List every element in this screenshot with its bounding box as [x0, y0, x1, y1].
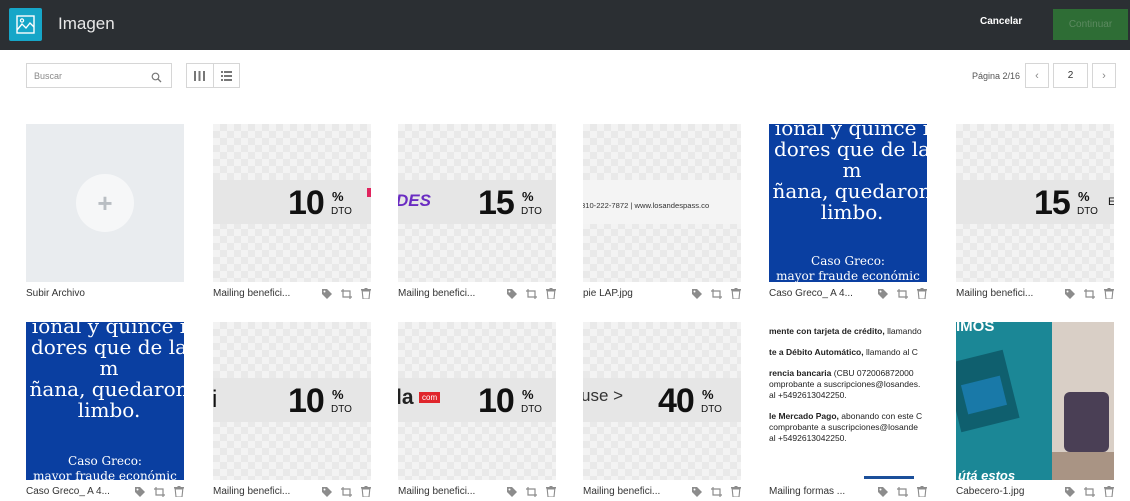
tag-icon[interactable]	[878, 288, 888, 302]
view-toggle	[186, 63, 240, 88]
tag-icon[interactable]	[692, 486, 702, 500]
trash-icon[interactable]	[731, 486, 741, 500]
image-thumbnail[interactable]: use > 40% DTO	[583, 322, 741, 480]
tag-icon[interactable]	[878, 486, 888, 500]
image-thumbnail[interactable]: i 10% DTO	[213, 322, 371, 480]
file-name: Mailing benefici...	[213, 288, 291, 299]
crop-icon[interactable]	[1084, 486, 1095, 500]
trash-icon[interactable]	[361, 288, 371, 302]
image-thumbnail[interactable]: ional y quince i dores que de la m ñana, q…	[26, 322, 184, 480]
plus-icon[interactable]: +	[76, 174, 134, 232]
file-name: Mailing benefici...	[583, 486, 661, 497]
crop-icon[interactable]	[341, 288, 352, 302]
trash-icon[interactable]	[1104, 486, 1114, 500]
trash-icon[interactable]	[731, 288, 741, 302]
crop-icon[interactable]	[897, 486, 908, 500]
trash-icon[interactable]	[1104, 288, 1114, 302]
tile-caption: Caso Greco_ A 4...	[26, 486, 184, 500]
file-name: pie LAP.jpg	[583, 288, 633, 299]
upload-label[interactable]: Subir Archivo	[26, 288, 85, 299]
upload-tile[interactable]: +	[26, 124, 184, 282]
page-number-input[interactable]	[1053, 63, 1088, 88]
discount-graphic: 10% DTO	[478, 382, 542, 420]
file-name: Caso Greco_ A 4...	[769, 288, 853, 299]
cancel-button[interactable]: Cancelar	[980, 16, 1022, 27]
top-bar: Imagen Cancelar Continuar	[0, 0, 1130, 50]
trash-icon[interactable]	[546, 486, 556, 500]
search-input[interactable]	[34, 69, 144, 83]
tag-icon[interactable]	[507, 486, 517, 500]
crop-icon[interactable]	[711, 486, 722, 500]
tile-caption: Mailing benefici...	[213, 288, 371, 302]
discount-graphic: 15% DTO	[1034, 184, 1098, 222]
tag-icon[interactable]	[692, 288, 702, 302]
tag-icon[interactable]	[1065, 486, 1075, 500]
trash-icon[interactable]	[174, 486, 184, 500]
file-name: Mailing benefici...	[398, 288, 476, 299]
tag-icon[interactable]	[322, 486, 332, 500]
image-thumbnail[interactable]: la com 10% DTO	[398, 322, 556, 480]
tag-icon[interactable]	[507, 288, 517, 302]
tile-caption: Caso Greco_ A 4...	[769, 288, 927, 302]
file-name: Mailing benefici...	[213, 486, 291, 497]
tag-icon[interactable]	[322, 288, 332, 302]
chevron-left-icon[interactable]: ‹	[1025, 63, 1049, 88]
file-name: Mailing formas ...	[769, 486, 846, 497]
image-thumbnail[interactable]: IMOS útá estos	[956, 322, 1114, 480]
search-box	[26, 63, 172, 88]
continue-button[interactable]: Continuar	[1053, 9, 1128, 40]
tile-caption: pie LAP.jpg	[583, 288, 741, 302]
trash-icon[interactable]	[546, 288, 556, 302]
crop-icon[interactable]	[711, 288, 722, 302]
crop-icon[interactable]	[1084, 288, 1095, 302]
tile-caption: Subir Archivo	[26, 288, 184, 302]
crop-icon[interactable]	[526, 486, 537, 500]
list-view-icon[interactable]	[214, 64, 240, 87]
tag-icon[interactable]	[135, 486, 145, 500]
grid-view-icon[interactable]	[187, 64, 214, 87]
file-name: Mailing benefici...	[398, 486, 476, 497]
discount-graphic: 40% DTO	[658, 382, 722, 420]
trash-icon[interactable]	[917, 486, 927, 500]
image-thumbnail[interactable]: 310-222-7872 | www.losandespass.co	[583, 124, 741, 282]
trash-icon[interactable]	[361, 486, 371, 500]
tag-icon[interactable]	[1065, 288, 1075, 302]
discount-graphic: 10% DTO	[288, 382, 352, 420]
pagination-label: Página 2/16	[972, 71, 1021, 81]
search-icon[interactable]	[151, 70, 162, 88]
image-thumbnail[interactable]: 15% DTO E	[956, 124, 1114, 282]
image-thumbnail[interactable]: mente con tarjeta de crédito, llamando t…	[769, 322, 927, 480]
file-name: Mailing benefici...	[956, 288, 1034, 299]
tile-caption: Mailing benefici...	[583, 486, 741, 500]
file-name: Cabecero-1.jpg	[956, 486, 1025, 497]
tile-caption: Mailing formas ...	[769, 486, 927, 500]
tile-caption: Mailing benefici...	[213, 486, 371, 500]
image-thumbnail[interactable]: DES 15% DTO	[398, 124, 556, 282]
tile-caption: Mailing benefici...	[398, 486, 556, 500]
crop-icon[interactable]	[526, 288, 537, 302]
discount-graphic: 10% DTO	[288, 184, 352, 222]
crop-icon[interactable]	[897, 288, 908, 302]
tile-caption: Mailing benefici...	[398, 288, 556, 302]
crop-icon[interactable]	[341, 486, 352, 500]
trash-icon[interactable]	[917, 288, 927, 302]
crop-icon[interactable]	[154, 486, 165, 500]
tile-caption: Cabecero-1.jpg	[956, 486, 1114, 500]
tile-caption: Mailing benefici...	[956, 288, 1114, 302]
image-thumbnail[interactable]: 10% DTO	[213, 124, 371, 282]
file-name: Caso Greco_ A 4...	[26, 486, 110, 497]
image-thumbnail[interactable]: ional y quince i dores que de la m ñana, q…	[769, 124, 927, 282]
discount-graphic: 15% DTO	[478, 184, 542, 222]
chevron-right-icon[interactable]: ›	[1092, 63, 1116, 88]
image-icon	[9, 8, 42, 41]
page-title: Imagen	[58, 14, 115, 33]
